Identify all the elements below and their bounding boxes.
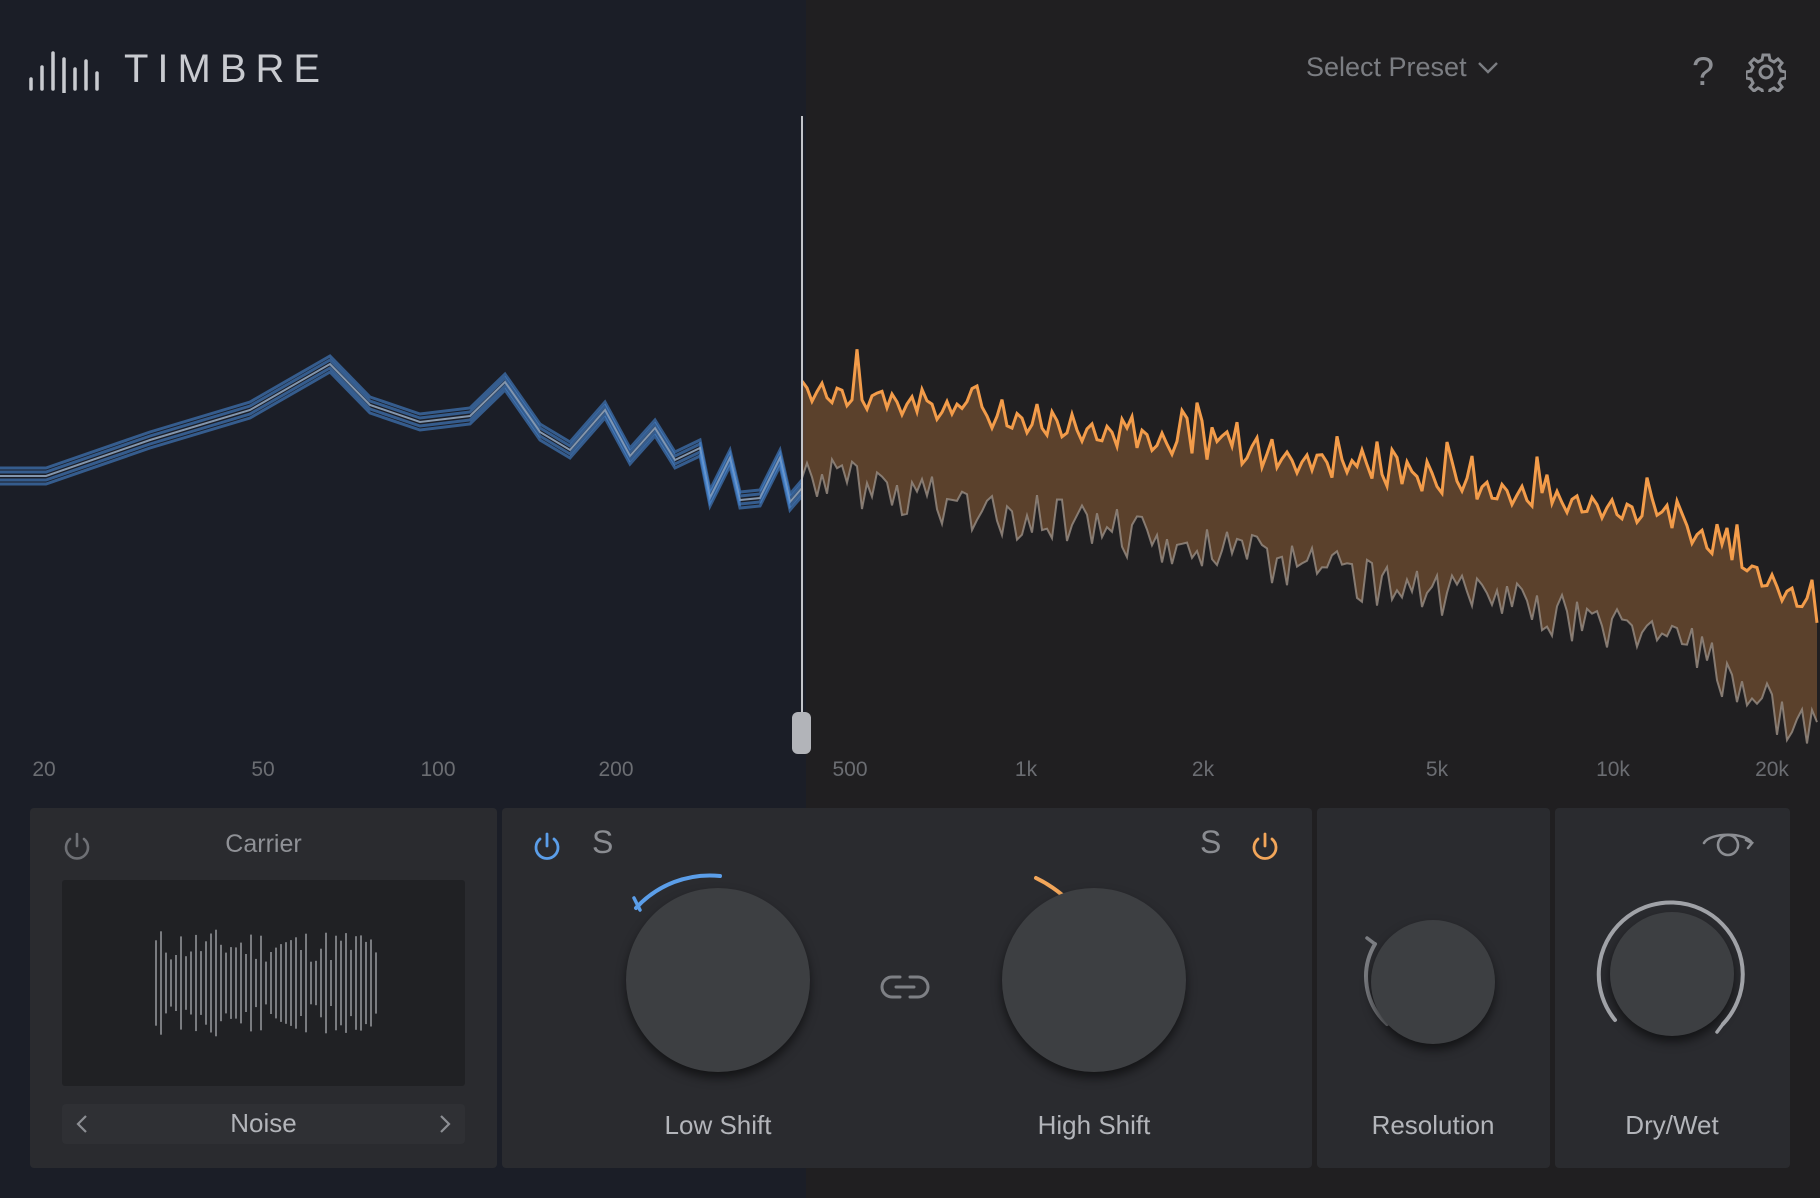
low-solo-button[interactable]: S — [592, 824, 613, 861]
chevron-down-icon — [1477, 61, 1498, 74]
high-power-icon[interactable] — [1248, 830, 1282, 864]
frequency-label: 500 — [832, 758, 868, 781]
resolution-label: Resolution — [1371, 1110, 1495, 1140]
frequency-label: 10k — [1596, 758, 1630, 781]
low-band-curve — [0, 366, 804, 510]
crossover-line — [801, 116, 803, 750]
carrier-source-label: Noise — [230, 1108, 297, 1138]
carrier-panel: Carrier Noise — [30, 808, 497, 1168]
link-icon[interactable] — [880, 970, 930, 1004]
frequency-label: 20k — [1755, 758, 1789, 781]
frequency-label: 200 — [598, 758, 634, 781]
chevron-right-icon[interactable] — [431, 1110, 459, 1138]
frequency-label: 100 — [420, 758, 456, 781]
crossover-handle[interactable] — [792, 712, 811, 754]
carrier-source-selector[interactable]: Noise — [62, 1104, 465, 1144]
low-power-icon[interactable] — [530, 830, 564, 864]
resolution-panel: Resolution — [1317, 808, 1550, 1168]
resolution-knob[interactable] — [1371, 920, 1495, 1044]
app-title: TIMBRE — [124, 46, 330, 91]
low-band-curve — [0, 362, 803, 505]
low-shift-label: Low Shift — [664, 1110, 772, 1140]
gear-icon[interactable] — [1746, 52, 1786, 92]
low-shift-knob[interactable] — [626, 888, 810, 1072]
frequency-label: 20 — [32, 758, 56, 781]
carrier-waveform — [62, 880, 465, 1086]
preset-selector[interactable]: Select Preset — [1306, 52, 1499, 83]
frequency-label: 1k — [1014, 758, 1038, 781]
drywet-label: Dry/Wet — [1625, 1110, 1719, 1140]
preset-label: Select Preset — [1306, 52, 1467, 82]
app-logo: TIMBRE — [28, 44, 329, 94]
frequency-label: 2k — [1191, 758, 1215, 781]
spectrum-display[interactable] — [0, 110, 1820, 770]
stereo-rotate-icon[interactable] — [1700, 826, 1756, 860]
low-band-curve — [0, 358, 804, 502]
high-shift-label: High Shift — [1037, 1110, 1151, 1140]
carrier-title: Carrier — [225, 830, 302, 858]
high-solo-button[interactable]: S — [1200, 824, 1221, 861]
frequency-label: 5k — [1425, 758, 1449, 781]
logo-bars-icon — [29, 51, 99, 93]
help-button[interactable]: ? — [1686, 46, 1720, 98]
drywet-panel: Dry/Wet — [1555, 808, 1790, 1168]
drywet-knob[interactable] — [1610, 912, 1734, 1036]
high-shift-knob[interactable] — [1002, 888, 1186, 1072]
frequency-label: 50 — [251, 758, 275, 781]
